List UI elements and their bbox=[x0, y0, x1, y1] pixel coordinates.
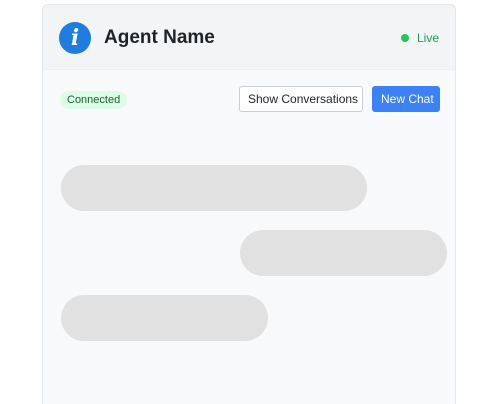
new-chat-button[interactable]: New Chat bbox=[372, 86, 440, 112]
chat-panel: i Agent Name Live Connected Show Convers… bbox=[42, 4, 456, 404]
info-icon: i bbox=[59, 22, 91, 54]
live-status: Live bbox=[400, 31, 439, 45]
message-skeleton-user bbox=[240, 230, 447, 276]
live-status-label: Live bbox=[416, 31, 439, 45]
agent-name: Agent Name bbox=[104, 27, 215, 48]
show-conversations-button[interactable]: Show Conversations bbox=[239, 86, 363, 112]
message-skeleton-agent bbox=[61, 295, 268, 341]
message-skeleton-agent bbox=[61, 165, 367, 211]
chat-header: i Agent Name Live bbox=[43, 5, 455, 70]
status-dot-icon bbox=[400, 34, 409, 42]
agent-icon-glyph: i bbox=[70, 25, 80, 51]
connection-status-badge: Connected bbox=[60, 91, 128, 109]
